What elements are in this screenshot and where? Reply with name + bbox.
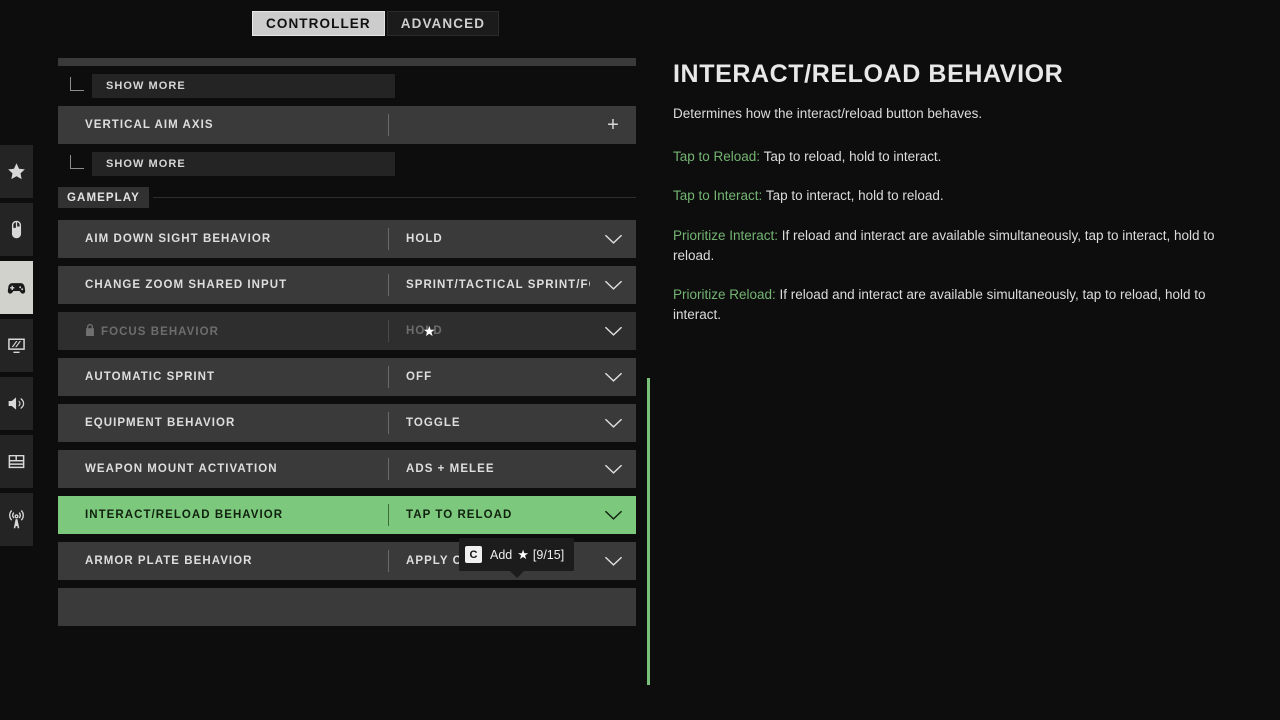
setting-row[interactable]: AIM DOWN SIGHT BEHAVIOR HOLD	[58, 220, 636, 258]
star-icon[interactable]: ★	[423, 324, 436, 338]
chevron-down-icon[interactable]	[590, 234, 636, 245]
star-icon	[6, 161, 27, 182]
sidebar-item-audio[interactable]	[0, 377, 33, 430]
setting-value: SPRINT/TACTICAL SPRINT/FOCUS	[406, 279, 590, 291]
setting-row[interactable]: CHANGE ZOOM SHARED INPUT SPRINT/TACTICAL …	[58, 266, 636, 304]
key-badge: C	[465, 546, 482, 563]
show-more-button[interactable]: SHOW MORE	[92, 74, 395, 98]
detail-option-name: Prioritize Interact:	[673, 227, 779, 243]
monitor-icon	[6, 335, 27, 356]
chevron-down-icon[interactable]	[590, 418, 636, 429]
setting-label: WEAPON MOUNT ACTIVATION	[58, 463, 388, 475]
setting-label-text: EQUIPMENT BEHAVIOR	[85, 417, 236, 429]
row-divider	[388, 114, 389, 136]
lock-icon	[86, 323, 94, 336]
setting-value: TOGGLE	[406, 417, 461, 429]
setting-label-text: WEAPON MOUNT ACTIVATION	[85, 463, 278, 475]
detail-option: Prioritize Reload: If reload and interac…	[673, 285, 1233, 326]
setting-label: AUTOMATIC SPRINT	[58, 371, 388, 383]
section-rule	[152, 196, 636, 198]
detail-option: Tap to Reload: Tap to reload, hold to in…	[673, 147, 1233, 167]
tab-controller[interactable]: CONTROLLER	[252, 11, 385, 36]
mouse-icon	[6, 219, 27, 240]
setting-label-text: CHANGE ZOOM SHARED INPUT	[85, 279, 288, 291]
setting-label: INTERACT/RELOAD BEHAVIOR	[58, 509, 388, 521]
chevron-down-icon[interactable]	[590, 326, 636, 337]
chevron-down-icon[interactable]	[590, 464, 636, 475]
page-title: INTERACT/RELOAD BEHAVIOR	[673, 60, 1064, 88]
setting-value: HOLD	[406, 325, 443, 337]
chevron-down-icon[interactable]	[590, 510, 636, 521]
setting-label-text: ARMOR PLATE BEHAVIOR	[85, 555, 253, 567]
setting-label-text: AIM DOWN SIGHT BEHAVIOR	[85, 233, 272, 245]
plus-icon[interactable]: +	[590, 115, 636, 135]
detail-description: Determines how the interact/reload butto…	[673, 106, 983, 121]
chevron-down-icon[interactable]	[590, 372, 636, 383]
setting-label-text: FOCUS BEHAVIOR	[101, 325, 219, 338]
sidebar-nav	[0, 145, 33, 546]
tree-elbow-icon	[70, 154, 84, 169]
sidebar-item-controller[interactable]	[0, 261, 33, 314]
detail-option-name: Tap to Reload:	[673, 149, 761, 165]
setting-label: ARMOR PLATE BEHAVIOR	[58, 555, 388, 567]
add-favorite-tooltip: C Add ★ [9/15]	[459, 538, 575, 578]
section-header: GAMEPLAY	[58, 184, 636, 210]
setting-row[interactable]: WEAPON MOUNT ACTIVATION ADS + MELEE	[58, 450, 636, 488]
chevron-down-icon[interactable]	[590, 280, 636, 291]
detail-option: Tap to Interact: Tap to interact, hold t…	[673, 186, 1233, 206]
tab-bar: CONTROLLER ADVANCED	[252, 11, 500, 36]
gamepad-icon	[6, 277, 27, 298]
setting-label: EQUIPMENT BEHAVIOR	[58, 417, 388, 429]
show-more-row[interactable]: SHOW MORE	[58, 152, 636, 176]
tab-advanced[interactable]: ADVANCED	[386, 11, 500, 36]
detail-option-text: Tap to interact, hold to reload.	[762, 188, 944, 204]
table-row[interactable]	[58, 588, 636, 626]
detail-option: Prioritize Interact: If reload and inter…	[673, 226, 1233, 267]
setting-row[interactable]: EQUIPMENT BEHAVIOR TOGGLE	[58, 404, 636, 442]
layout-icon	[6, 451, 27, 472]
settings-screen: CONTROLLER ADVANCED SHOW MORE VERTICAL AIM…	[0, 0, 1280, 720]
tooltip-pointer	[508, 570, 525, 578]
star-icon: ★	[517, 546, 529, 562]
setting-value: HOLD	[406, 233, 443, 245]
setting-row[interactable]: FOCUS BEHAVIOR ★ HOLD	[58, 312, 636, 350]
setting-label: VERTICAL AIM AXIS	[58, 119, 388, 131]
setting-value: OFF	[406, 371, 433, 383]
speaker-icon	[6, 393, 27, 414]
setting-value: ADS + MELEE	[406, 463, 495, 475]
setting-value: TAP TO RELOAD	[406, 509, 513, 521]
sidebar-item-graphics[interactable]	[0, 319, 33, 372]
setting-row[interactable]: AUTOMATIC SPRINT OFF	[58, 358, 636, 396]
tooltip-count: [9/15]	[532, 547, 565, 562]
show-more-button[interactable]: SHOW MORE	[92, 152, 395, 176]
setting-label: CHANGE ZOOM SHARED INPUT	[58, 279, 388, 291]
broadcast-tower-icon	[6, 509, 27, 530]
tooltip-action-label: Add	[490, 547, 513, 562]
tree-elbow-icon	[70, 76, 84, 91]
list-scrollbar[interactable]	[647, 378, 650, 685]
setting-label-text: VERTICAL AIM AXIS	[85, 119, 214, 131]
show-more-row[interactable]: SHOW MORE	[58, 74, 636, 98]
sidebar-item-favorites[interactable]	[0, 145, 33, 198]
detail-panel: INTERACT/RELOAD BEHAVIOR Determines how …	[673, 60, 1233, 345]
setting-label-text: AUTOMATIC SPRINT	[85, 371, 216, 383]
settings-list[interactable]: SHOW MORE VERTICAL AIM AXIS + SHOW MORE GAME…	[58, 58, 636, 690]
setting-row[interactable]: INTERACT/RELOAD BEHAVIOR TAP TO RELOAD	[58, 496, 636, 534]
sidebar-item-account-network[interactable]	[0, 493, 33, 546]
section-title: GAMEPLAY	[58, 186, 149, 208]
detail-option-text: Tap to reload, hold to interact.	[760, 149, 942, 165]
setting-label: FOCUS BEHAVIOR	[58, 323, 388, 339]
detail-option-name: Tap to Interact:	[673, 188, 763, 204]
detail-option-name: Prioritize Reload:	[673, 287, 776, 303]
sidebar-item-mouse-keyboard[interactable]	[0, 203, 33, 256]
table-row[interactable]	[58, 58, 636, 66]
chevron-down-icon[interactable]	[590, 556, 636, 567]
lock-icon	[85, 323, 95, 339]
detail-option-list: Tap to Reload: Tap to reload, hold to in…	[673, 147, 1233, 326]
sidebar-item-interface[interactable]	[0, 435, 33, 488]
setting-label: AIM DOWN SIGHT BEHAVIOR	[58, 233, 388, 245]
setting-row[interactable]: VERTICAL AIM AXIS +	[58, 106, 636, 144]
setting-label-text: INTERACT/RELOAD BEHAVIOR	[85, 509, 284, 521]
